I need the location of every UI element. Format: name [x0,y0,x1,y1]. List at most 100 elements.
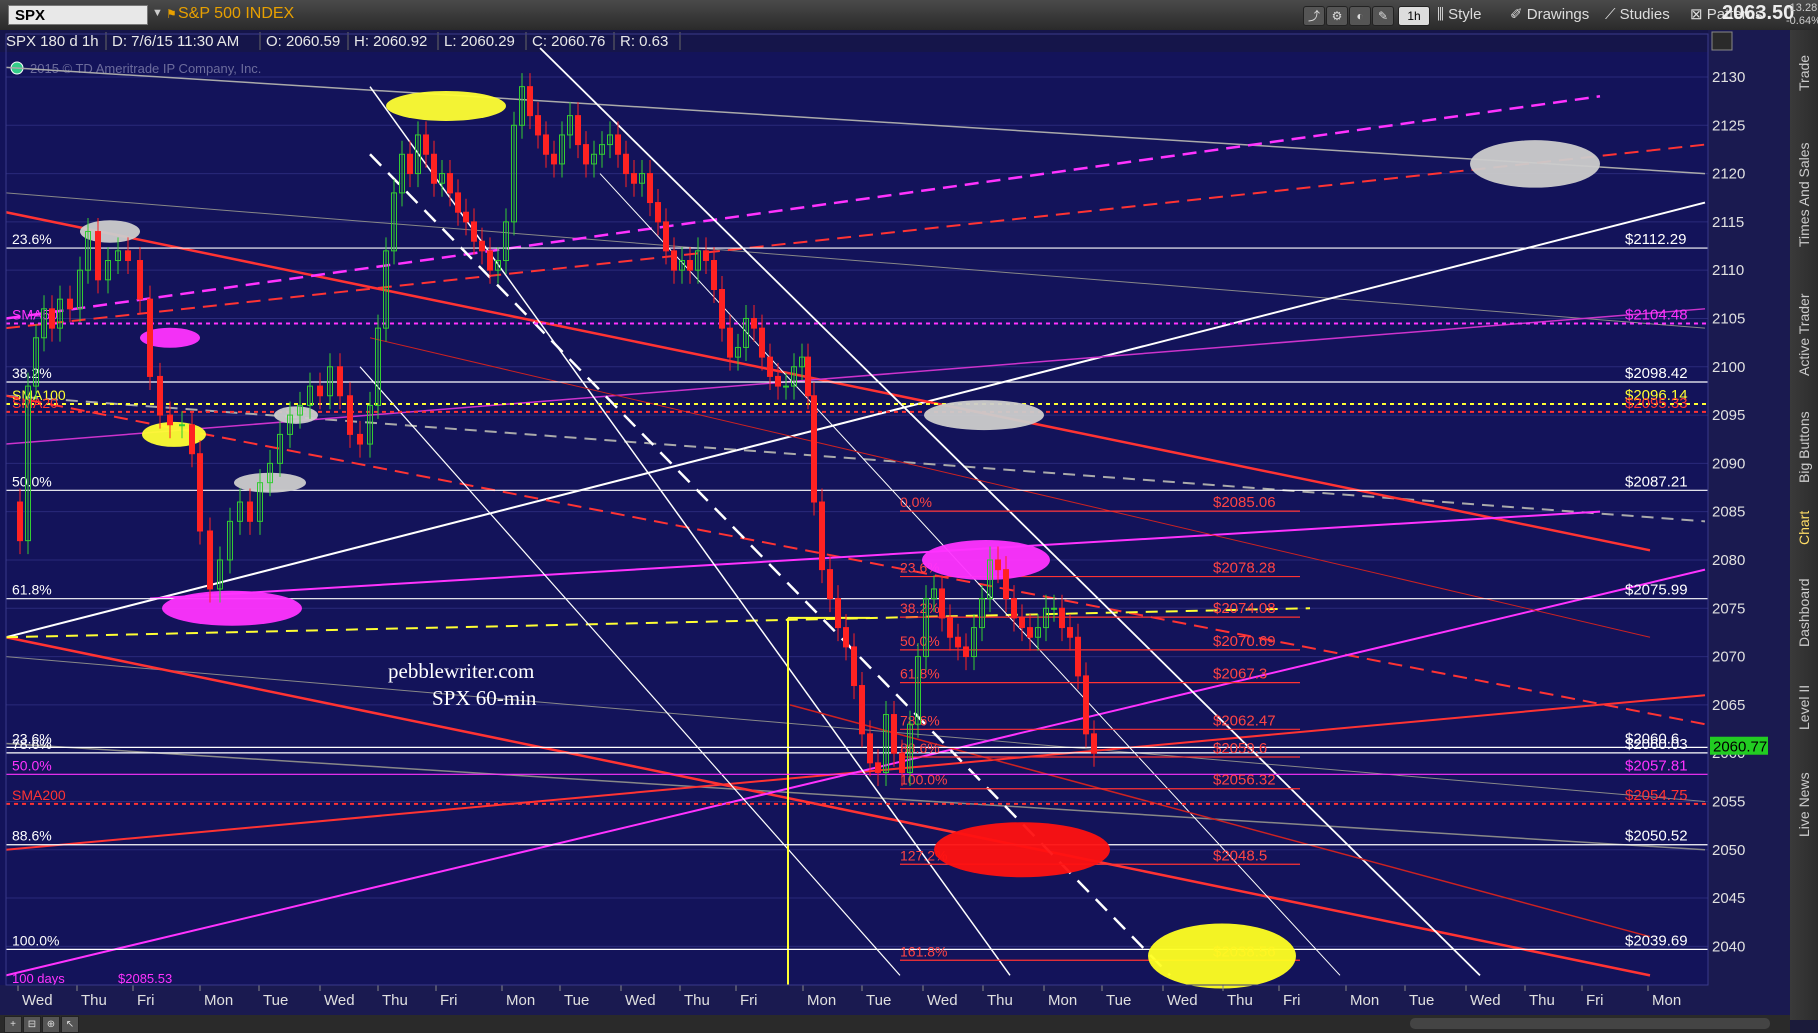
candle-body[interactable] [167,414,173,426]
candle-body[interactable] [197,453,203,532]
sidebar-tab-live-news[interactable]: Live News [1790,750,1818,860]
horizontal-scrollbar[interactable] [1410,1018,1770,1029]
candle-body[interactable] [819,501,825,571]
candle-body[interactable] [125,250,131,262]
candle-body[interactable] [1059,607,1065,629]
candle-body[interactable] [939,588,945,619]
candle-body[interactable] [1091,733,1097,754]
candle-body[interactable] [1067,627,1073,638]
candle-body[interactable] [891,714,897,754]
candle-body[interactable] [687,260,693,271]
candle-body[interactable] [751,317,757,329]
candle-body[interactable] [775,375,781,387]
cursor-icon[interactable]: ↖ [61,1016,79,1033]
candle-body[interactable] [95,231,101,281]
sidebar-tab-trade[interactable]: Trade [1790,30,1818,115]
link-icon[interactable]: ⚑ [166,7,177,21]
candle-body[interactable] [471,221,477,242]
candle-body[interactable] [805,356,811,397]
candle-body[interactable] [783,385,789,388]
candle-body[interactable] [137,260,143,300]
zoom-in-icon[interactable]: + [4,1016,22,1033]
candle-body[interactable] [1003,569,1009,600]
candle-body[interactable] [767,356,773,377]
candle-body[interactable] [955,636,961,648]
candle-body[interactable] [535,115,541,136]
candle-body[interactable] [463,211,469,223]
candle-body[interactable] [671,250,677,271]
candle-body[interactable] [455,192,461,213]
candle-body[interactable] [207,530,213,590]
candle-body[interactable] [663,221,669,252]
candle-body[interactable] [947,617,953,638]
candle-body[interactable] [711,260,717,290]
candle-body[interactable] [347,395,353,435]
candle-body[interactable] [759,327,765,358]
sidebar-tab-chart[interactable]: Chart [1790,500,1818,555]
chart-settings-icon[interactable] [1711,31,1733,51]
zoom-out-icon[interactable]: ⊕ [42,1016,60,1033]
candle-body[interactable] [827,569,833,600]
candle-body[interactable] [647,173,653,204]
style-menu[interactable]: ⫼ Style [1437,5,1481,25]
candle-body[interactable] [1019,617,1025,629]
candle-body[interactable] [189,424,195,455]
zoom-fit-icon[interactable]: ⊟ [23,1016,41,1033]
candle-body[interactable] [655,202,661,223]
candle-body[interactable] [859,685,865,735]
candle-body[interactable] [583,144,589,165]
candle-body[interactable] [431,153,437,184]
candle-body[interactable] [899,752,905,773]
candle-body[interactable] [157,375,163,416]
candle-body[interactable] [527,86,533,117]
candle-body[interactable] [727,327,733,358]
candle-body[interactable] [247,501,253,522]
candle-body[interactable] [1027,627,1033,638]
compare-icon[interactable]: ◐ [1349,6,1371,26]
candle-body[interactable] [423,134,429,155]
timeframe-button[interactable]: 1h [1398,6,1430,26]
wrench-icon[interactable]: ✎ [1372,6,1394,26]
sidebar-tab-active-trader[interactable]: Active Trader [1790,275,1818,395]
candle-body[interactable] [615,134,621,155]
candle-body[interactable] [551,153,557,165]
candle-body[interactable] [337,366,343,397]
candle-body[interactable] [995,559,1001,571]
sidebar-tab-big-buttons[interactable]: Big Buttons [1790,400,1818,495]
candle-body[interactable] [447,173,453,194]
candle-body[interactable] [1075,636,1081,677]
candle-body[interactable] [631,173,637,184]
candle-body[interactable] [623,153,629,175]
candle-body[interactable] [487,250,493,271]
candle-body[interactable] [407,153,413,175]
studies-menu[interactable]: ⟋ Studies [1605,5,1670,25]
candle-body[interactable] [49,308,55,329]
candle-body[interactable] [963,646,969,658]
candle-body[interactable] [543,134,549,155]
candle-body[interactable] [147,298,153,377]
candle-body[interactable] [575,115,581,146]
candle-body[interactable] [811,395,817,503]
candle-body[interactable] [179,424,185,427]
settings-icon[interactable]: ⚙ [1326,6,1348,26]
sidebar-tab-level-ii[interactable]: Level II [1790,670,1818,745]
candle-body[interactable] [1051,607,1057,610]
drawings-menu[interactable]: ✐ Drawings [1510,5,1589,25]
candle-body[interactable] [875,762,881,773]
chevron-down-icon[interactable]: ▼ [152,7,166,23]
candle-body[interactable] [1083,675,1089,735]
candle-body[interactable] [479,240,485,252]
share-icon[interactable]: ⤴ [1303,6,1325,26]
candle-body[interactable] [17,501,23,542]
candle-body[interactable] [703,250,709,262]
candle-body[interactable] [67,298,73,310]
candle-body[interactable] [835,598,841,629]
candle-body[interactable] [1011,598,1017,619]
candle-body[interactable] [843,627,849,648]
candle-body[interactable] [719,288,725,329]
candle-body[interactable] [851,646,857,687]
sidebar-tab-dashboard[interactable]: Dashboard [1790,560,1818,665]
candle-body[interactable] [317,385,323,397]
candle-body[interactable] [357,433,363,445]
sidebar-tab-times-and-sales[interactable]: Times And Sales [1790,120,1818,270]
